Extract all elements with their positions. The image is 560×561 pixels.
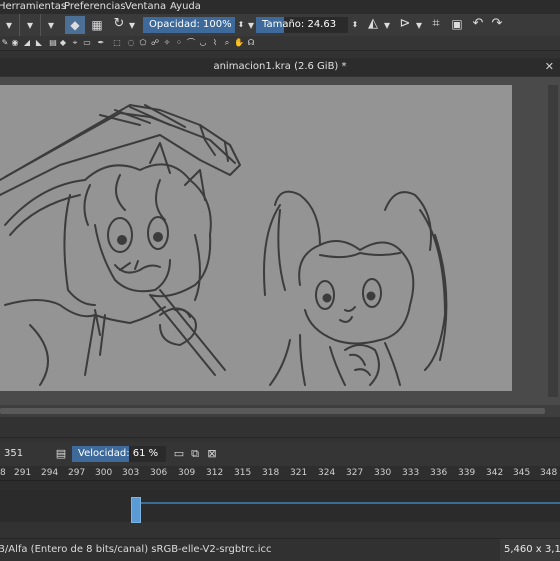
reference-icon[interactable]: ▭: [82, 37, 92, 48]
ruler-tick: 348: [540, 468, 558, 478]
ruler-tick: 300: [95, 468, 113, 478]
reload-arrow-icon[interactable]: ▾: [126, 18, 138, 32]
opacity-arrow-icon[interactable]: ▾: [246, 18, 256, 32]
brush-settings-arrow-icon[interactable]: ▾: [24, 18, 36, 32]
ruler-tick: 330: [374, 468, 392, 478]
ruler-tick: 297: [68, 468, 86, 478]
pan-icon[interactable]: ✋: [234, 37, 244, 48]
brush-preset-arrow-icon[interactable]: ▾: [2, 18, 16, 32]
color-space-status[interactable]: B/Alfa (Entero de 8 bits/canal) sRGB-ell…: [0, 539, 271, 561]
measure-icon[interactable]: ⌇: [210, 37, 220, 48]
rect-select-icon[interactable]: ⬚: [112, 37, 122, 48]
assistant-icon[interactable]: ⌖: [70, 37, 80, 48]
redo-icon[interactable]: ↷: [490, 17, 504, 31]
canvas-only-icon[interactable]: ▣: [450, 17, 464, 31]
bucket-icon[interactable]: ◣: [34, 37, 44, 48]
size-spin-icon[interactable]: ⬍: [350, 18, 360, 32]
gradient-icon[interactable]: ▤: [48, 37, 58, 48]
horizontal-scroll-thumb[interactable]: [0, 408, 545, 414]
zoom-icon[interactable]: ⌕: [222, 37, 232, 48]
ruler-tick: 324: [318, 468, 336, 478]
toolbar-divider: [40, 14, 41, 36]
opacity-spin-icon[interactable]: ⬍: [236, 18, 246, 32]
docker-splitter[interactable]: [0, 417, 560, 438]
contiguous-select-icon[interactable]: ✧: [162, 37, 172, 48]
speed-label: Velocidad: 61 %: [78, 448, 159, 459]
ellipse-select-icon[interactable]: ◌: [126, 37, 136, 48]
timeline-ruler[interactable]: 8 291 294 297 300 303 306 309 312 315 31…: [0, 466, 560, 481]
eraser-mode-button[interactable]: ◆: [65, 16, 85, 34]
eraser-icon: ◆: [70, 18, 80, 32]
timeline-playhead[interactable]: [131, 497, 141, 523]
size-slider[interactable]: Tamaño: 24.63 px: [256, 17, 348, 46]
opacity-slider[interactable]: Opacidad: 100%: [143, 17, 235, 33]
drawing-canvas[interactable]: [0, 85, 512, 391]
fill-icon[interactable]: ◢: [22, 37, 32, 48]
onion-skin-icon[interactable]: ▭: [172, 447, 186, 461]
mirror-horizontal-icon[interactable]: ◭: [366, 17, 380, 31]
colorize-icon[interactable]: ◆: [58, 37, 68, 48]
crop-icon[interactable]: ⌗: [429, 17, 443, 31]
magnetic-select-icon[interactable]: ◡: [198, 37, 208, 48]
timeline-track[interactable]: [0, 490, 560, 522]
toolbar-divider: [19, 14, 20, 36]
drop-frames-icon[interactable]: ▤: [54, 447, 68, 461]
canvas-horizontal-scrollbar[interactable]: [0, 405, 560, 417]
reload-preset-icon[interactable]: ↻: [112, 17, 126, 31]
undo-icon[interactable]: ↶: [471, 17, 485, 31]
menu-ayuda[interactable]: Ayuda: [170, 0, 201, 14]
ruler-tick: 312: [206, 468, 224, 478]
ruler-tick: 291: [14, 468, 32, 478]
document-tab[interactable]: animacion1.kra (2.6 GiB) * ✕: [0, 58, 560, 76]
close-document-icon[interactable]: ✕: [545, 58, 554, 76]
ruler-tick: 345: [513, 468, 531, 478]
ruler-tick: 306: [150, 468, 168, 478]
menu-bar: Herramientas Preferencias Ventana Ayuda: [0, 0, 560, 14]
smart-patch-icon[interactable]: ◉: [10, 37, 20, 48]
timeline-frame-range: [141, 502, 560, 504]
image-dimensions-status[interactable]: 5,460 x 3,15: [500, 539, 560, 561]
menu-ventana[interactable]: Ventana: [125, 0, 166, 14]
menu-preferencias[interactable]: Preferencias: [64, 0, 126, 14]
menu-herramientas[interactable]: Herramientas: [0, 0, 66, 14]
mirror-vertical-icon[interactable]: ⊳: [398, 17, 412, 31]
freehand-select-icon[interactable]: ☍: [150, 37, 160, 48]
onion-skin-settings-icon[interactable]: ⧉: [188, 447, 202, 461]
ruler-tick: 321: [290, 468, 308, 478]
ruler-tick: 315: [234, 468, 252, 478]
ruler-tick: 303: [122, 468, 140, 478]
mirror-h-arrow-icon[interactable]: ▾: [382, 18, 392, 32]
canvas-vertical-scrollbar[interactable]: [548, 85, 558, 397]
current-frame-field[interactable]: 351: [4, 446, 42, 462]
ruler-tick: 327: [346, 468, 364, 478]
sketch-artwork: [0, 104, 448, 386]
ruler-tick: 336: [430, 468, 448, 478]
timeline-track-top[interactable]: [0, 481, 560, 490]
ruler-tick: 339: [458, 468, 476, 478]
auto-frame-icon[interactable]: ⊠: [205, 447, 219, 461]
polygon-select-icon[interactable]: ⬠: [138, 37, 148, 48]
opacity-label: Opacidad: 100%: [149, 19, 232, 30]
bezier-select-icon[interactable]: ⌒: [186, 37, 196, 48]
document-title: animacion1.kra (2.6 GiB) *: [213, 61, 347, 72]
preserve-alpha-icon[interactable]: ▦: [90, 18, 104, 32]
pattern-arrow-icon[interactable]: ▾: [45, 18, 57, 32]
smart-patch-2-icon[interactable]: ☊: [246, 37, 256, 48]
ruler-tick: 318: [262, 468, 280, 478]
ruler-tick: 8: [0, 468, 6, 478]
ruler-tick: 342: [486, 468, 504, 478]
toolbox-row: ✎ ◉ ◢ ◣ ▤ ◆ ⌖ ▭ ✒ ⬚ ◌ ⬠ ☍ ✧ ⁘ ⌒ ◡ ⌇ ⌕ ✋ …: [0, 36, 560, 51]
mirror-v-arrow-icon[interactable]: ▾: [414, 18, 424, 32]
status-bar: B/Alfa (Entero de 8 bits/canal) sRGB-ell…: [0, 538, 560, 561]
ruler-tick: 333: [402, 468, 420, 478]
canvas-area[interactable]: [0, 77, 560, 405]
eyedropper-icon[interactable]: ✒: [96, 37, 106, 48]
animation-controls: 351 ▤ Velocidad: 61 % ▭ ⧉ ⊠: [0, 442, 560, 466]
multibrush-icon[interactable]: ✎: [0, 37, 10, 48]
playback-speed-slider[interactable]: Velocidad: 61 %: [72, 446, 166, 462]
tool-options-bar: ▾ ▾ ▾ ◆ ▦ ↻ ▾ Opacidad: 100% ⬍ ▾ Tamaño:…: [0, 14, 560, 46]
ruler-tick: 294: [41, 468, 59, 478]
ruler-tick: 309: [178, 468, 196, 478]
similar-select-icon[interactable]: ⁘: [174, 37, 184, 48]
